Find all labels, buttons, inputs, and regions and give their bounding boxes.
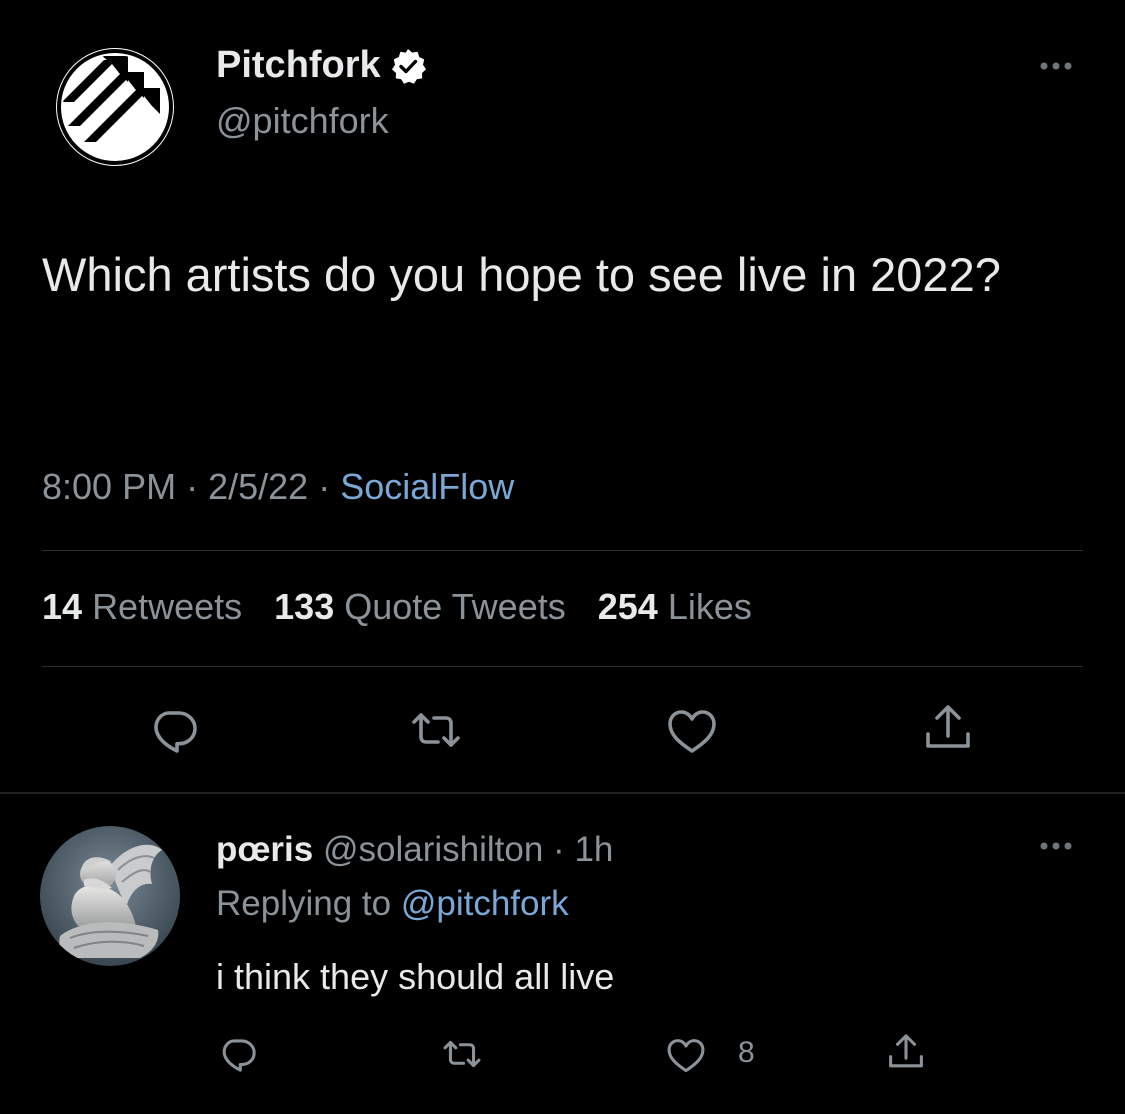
- tweet-stats: 14 Retweets 133 Quote Tweets 254 Likes: [42, 586, 752, 628]
- heart-icon: [667, 1039, 705, 1073]
- tweet-date[interactable]: 2/5/22: [208, 466, 308, 507]
- reply-icon: [222, 1039, 256, 1072]
- replying-to: Replying to @pitchfork: [216, 884, 569, 924]
- heart-icon: [668, 710, 716, 753]
- like-button[interactable]: [666, 706, 718, 758]
- reply-age[interactable]: 1h: [574, 830, 613, 869]
- reply-more-options-icon[interactable]: [1030, 828, 1082, 864]
- more-options-icon[interactable]: [1030, 48, 1082, 84]
- tweet-text: Which artists do you hope to see live in…: [42, 248, 1001, 301]
- divider: [42, 666, 1083, 667]
- tweet-source-link[interactable]: SocialFlow: [340, 466, 514, 507]
- reply-author-name[interactable]: pœris: [216, 830, 313, 869]
- pitchfork-logo-icon: [56, 48, 174, 166]
- reply-retweet-button[interactable]: [442, 1034, 482, 1074]
- retweets-stat[interactable]: 14 Retweets: [42, 586, 242, 627]
- angel-statue-avatar-icon: [40, 826, 180, 966]
- likes-count: 254: [597, 586, 658, 627]
- meta-separator: ·: [318, 466, 331, 507]
- likes-stat[interactable]: 254 Likes: [598, 586, 752, 627]
- tweet-divider: [0, 792, 1125, 794]
- retweets-count: 14: [42, 586, 83, 627]
- reply-like-count: 8: [738, 1036, 755, 1069]
- replying-to-mention[interactable]: @pitchfork: [401, 884, 569, 923]
- reply-author-handle[interactable]: @solarishilton: [323, 830, 543, 869]
- replying-to-label: Replying to: [216, 884, 392, 923]
- tweet-meta: 8:00 PM · 2/5/22 · SocialFlow: [42, 466, 514, 508]
- author-avatar[interactable]: [54, 46, 176, 168]
- verified-badge-icon: [389, 47, 427, 85]
- reply-share-button[interactable]: [886, 1032, 926, 1072]
- quotes-label: Quote Tweets: [344, 586, 566, 627]
- share-icon: [926, 705, 970, 748]
- retweet-icon: [412, 713, 460, 747]
- tweet-time[interactable]: 8:00 PM: [42, 466, 176, 507]
- retweet-icon: [443, 1040, 481, 1068]
- author-handle[interactable]: @pitchfork: [216, 100, 389, 142]
- share-button[interactable]: [922, 702, 974, 754]
- meta-separator: ·: [553, 830, 565, 869]
- reply-author-avatar[interactable]: [40, 826, 180, 966]
- reply-icon: [154, 711, 197, 753]
- retweets-label: Retweets: [92, 586, 243, 627]
- divider: [42, 550, 1083, 551]
- reply-button[interactable]: [148, 704, 200, 756]
- reply-header: pœris @solarishilton · 1h: [216, 830, 613, 870]
- quotes-count: 133: [274, 586, 335, 627]
- quotes-stat[interactable]: 133 Quote Tweets: [274, 586, 566, 627]
- share-icon: [889, 1034, 923, 1068]
- retweet-button[interactable]: [410, 704, 462, 756]
- author-name[interactable]: Pitchfork: [216, 44, 381, 87]
- reply-like-button[interactable]: [666, 1036, 706, 1076]
- likes-label: Likes: [667, 586, 752, 627]
- reply-text: i think they should all live: [216, 956, 615, 997]
- author-name-row[interactable]: Pitchfork: [216, 44, 427, 87]
- meta-separator: ·: [186, 466, 199, 507]
- reply-reply-button[interactable]: [218, 1034, 258, 1074]
